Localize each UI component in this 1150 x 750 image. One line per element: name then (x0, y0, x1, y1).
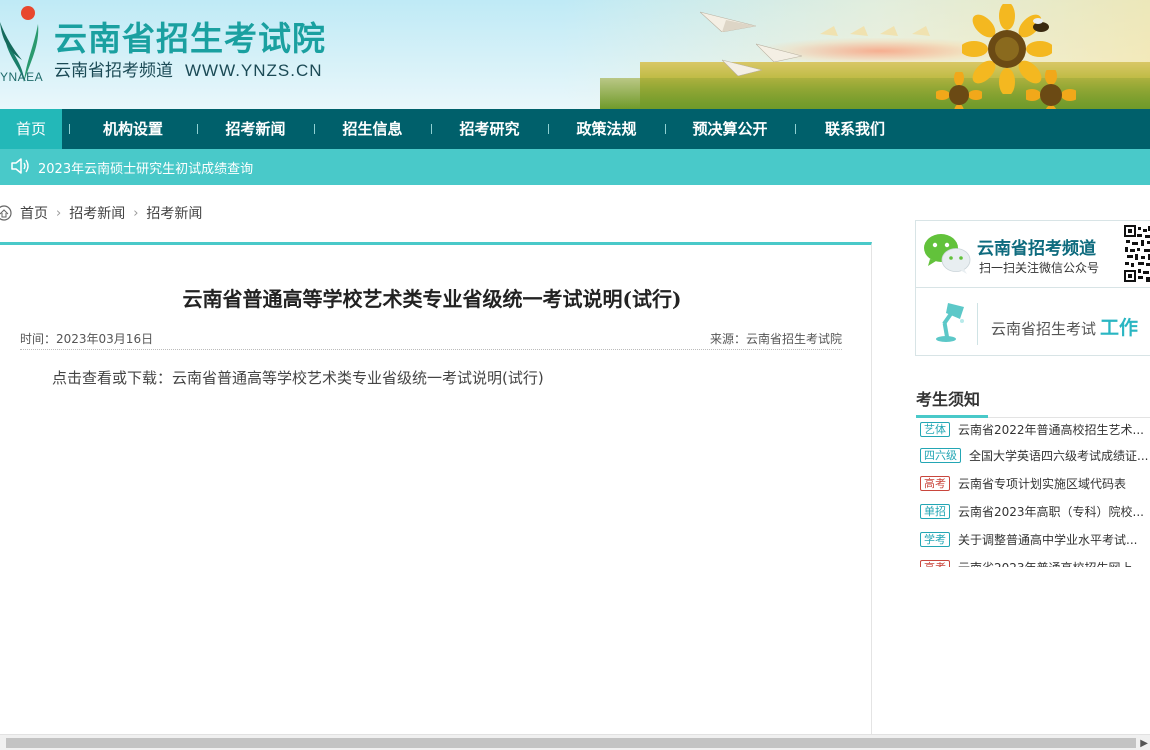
list-item[interactable]: 艺体 云南省2022年普通高校招生艺术... (920, 422, 1150, 438)
work-promo[interactable]: 云南省招生考试 工作 (916, 289, 1150, 356)
section-underline (916, 415, 988, 418)
site-header: YNAEA 云南省招生考试院 云南省招考频道 WWW.YNZS.CN (0, 0, 1150, 109)
work-promo-label: 云南省招生考试 工作 (991, 313, 1138, 340)
nav-item-label: 联系我们 (824, 120, 885, 138)
qr-code-icon (1124, 225, 1150, 283)
category-tag: 学考 (920, 531, 950, 547)
list-item-text: 云南省2023年普通高校招生网上... (958, 559, 1144, 568)
article-panel: 云南省普通高等学校艺术类专业省级统一考试说明(试行) 时间：2023年03月16… (0, 242, 872, 736)
nav-item-label: 招生信息 (342, 120, 403, 138)
scroll-right-arrow-icon[interactable]: ▶ (1140, 738, 1148, 749)
list-item[interactable]: 单招 云南省2023年高职（专科）院校... (920, 502, 1150, 520)
list-item[interactable]: 四六级 全国大学英语四六级考试成绩证... (920, 446, 1150, 464)
paper-plane-icon (756, 43, 802, 62)
category-tag: 单招 (920, 503, 950, 519)
nav-item-admission-info[interactable]: 招生信息 (314, 109, 431, 149)
article-meta: 时间：2023年03月16日 来源：云南省招生考试院 (20, 330, 842, 350)
horizontal-scrollbar[interactable]: ▶ (0, 734, 1150, 750)
breadcrumb-category[interactable]: 招考新闻 (69, 203, 125, 223)
nav-item-exam-news[interactable]: 招考新闻 (197, 109, 314, 149)
chevron-right-icon: › (133, 205, 139, 221)
list-item[interactable]: 高考 云南省专项计划实施区域代码表 (920, 474, 1150, 492)
site-subtitle-text: 云南省招考频道 (54, 61, 173, 81)
notice-link[interactable]: 2023年云南硕士研究生初试成绩查询 (38, 158, 253, 177)
list-item-text: 全国大学英语四六级考试成绩证... (969, 448, 1149, 463)
article-source: 来源：云南省招生考试院 (709, 332, 842, 346)
sunflower-icon (1026, 70, 1076, 109)
nav-item-label: 政策法规 (576, 120, 637, 138)
nav-item-label: 预决算公开 (692, 120, 768, 138)
sidebar-promo-card: 云南省招考频道 扫一扫关注微信公众号 云南省招生考试 工作 (915, 220, 1150, 356)
paper-plane-icon (700, 11, 756, 32)
candidate-notices-title: 考生须知 (916, 390, 981, 409)
home-icon (0, 205, 12, 221)
bee-icon (1033, 18, 1049, 32)
site-title[interactable]: 云南省招生考试院 (54, 12, 326, 60)
site-url: WWW.YNZS.CN (185, 61, 323, 80)
chevron-right-icon: › (56, 205, 62, 221)
list-item-text: 云南省专项计划实施区域代码表 (958, 476, 1127, 491)
nav-item-home[interactable]: 首页 (0, 109, 62, 149)
nav-item-budget[interactable]: 预决算公开 (665, 109, 795, 149)
category-tag: 四六级 (920, 447, 961, 463)
nav-item-label: 招考研究 (459, 120, 520, 138)
breadcrumb: 首页 › 招考新闻 › 招考新闻 (0, 202, 202, 224)
notice-bar: 2023年云南硕士研究生初试成绩查询 (0, 149, 1150, 185)
work-promo-text: 云南省招生考试 (991, 320, 1097, 338)
wechat-title: 云南省招考频道 (977, 239, 1096, 259)
wechat-promo[interactable]: 云南省招考频道 扫一扫关注微信公众号 (916, 221, 1150, 288)
site-subtitle: 云南省招考频道 WWW.YNZS.CN (54, 56, 323, 81)
article-date: 时间：2023年03月16日 (20, 332, 154, 346)
desk-lamp-icon (936, 303, 964, 342)
category-tag: 高考 (920, 475, 950, 491)
main-nav: 首页 机构设置 招考新闻 招生信息 招考研究 政策法规 预决算公开 联系我们 (0, 109, 1150, 149)
article-download-link[interactable]: 点击查看或下载：云南省普通高等学校艺术类专业省级统一考试说明(试行) (52, 367, 544, 388)
paper-plane-icon (722, 59, 762, 76)
paper-plane-icon (820, 26, 930, 36)
nav-item-exam-research[interactable]: 招考研究 (431, 109, 548, 149)
nav-item-label: 招考新闻 (225, 120, 286, 138)
list-item-text: 云南省2023年高职（专科）院校... (958, 504, 1144, 519)
scrollbar-thumb[interactable] (6, 738, 1136, 748)
list-item[interactable]: 学考 关于调整普通高中学业水平考试... (920, 530, 1150, 548)
wechat-subtitle: 扫一扫关注微信公众号 (979, 261, 1100, 275)
list-item[interactable]: 高考 云南省2023年普通高校招生网上... (920, 558, 1150, 567)
speaker-icon (11, 158, 29, 174)
category-tag: 高考 (920, 559, 950, 567)
article-title: 云南省普通高等学校艺术类专业省级统一考试说明(试行) (182, 287, 682, 311)
nav-item-contact[interactable]: 联系我们 (795, 109, 915, 149)
wechat-icon (924, 234, 971, 274)
promo-divider (977, 303, 978, 345)
nav-item-organization[interactable]: 机构设置 (69, 109, 197, 149)
nav-item-label: 机构设置 (102, 120, 163, 138)
category-tag: 艺体 (920, 422, 950, 437)
breadcrumb-home[interactable]: 首页 (20, 203, 48, 223)
nav-item-label: 首页 (15, 120, 46, 138)
logo-abbreviation: YNAEA (0, 70, 44, 84)
work-promo-accent: 工作 (1100, 317, 1139, 339)
nav-spacer (62, 109, 69, 149)
nav-item-policy[interactable]: 政策法规 (548, 109, 665, 149)
sunflower-icon (936, 72, 982, 109)
breadcrumb-current[interactable]: 招考新闻 (146, 203, 202, 223)
list-item-text: 云南省2022年普通高校招生艺术... (958, 422, 1144, 437)
candidate-notices-header: 考生须知 (916, 384, 1150, 418)
candidate-notices-list: 艺体 云南省2022年普通高校招生艺术... 四六级 全国大学英语四六级考试成绩… (916, 422, 1150, 567)
list-item-text: 关于调整普通高中学业水平考试... (958, 532, 1138, 547)
